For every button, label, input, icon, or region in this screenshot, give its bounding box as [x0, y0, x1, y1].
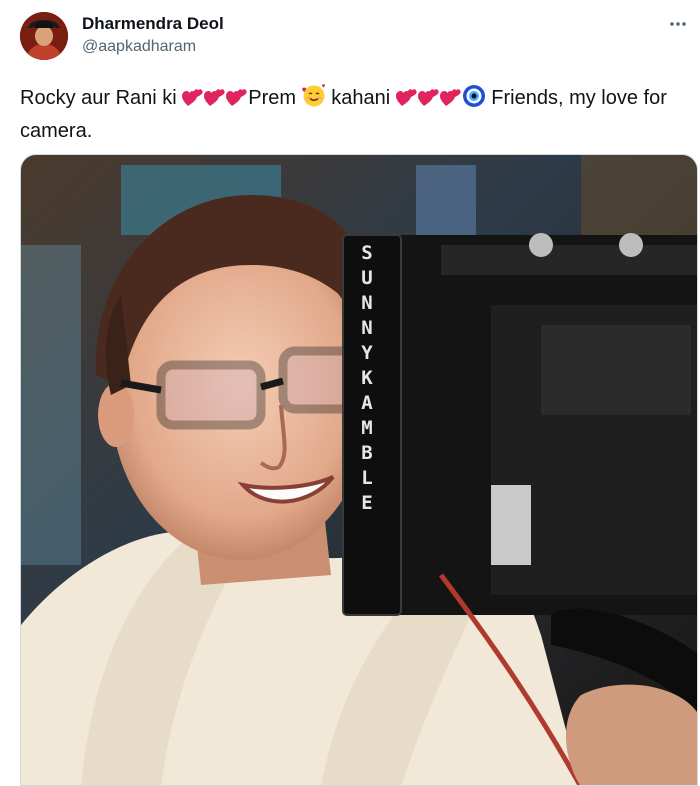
smiling-face-with-hearts-emoji [301, 84, 326, 117]
tweet-card: Dharmendra Deol @aapkadharam Rocky aur R… [0, 0, 700, 786]
two-hearts-emoji [204, 88, 226, 117]
post-image[interactable]: SUNNYKAMBLE [20, 154, 698, 786]
camera-label-letter: E [361, 492, 382, 514]
post-text-part: Prem [248, 87, 297, 109]
more-horizontal-icon [670, 22, 686, 26]
camera-label-letter: L [361, 467, 382, 489]
camera-label-letter: N [361, 292, 382, 314]
camera-label-letter: N [361, 317, 382, 339]
camera-label-letter: B [361, 442, 382, 464]
two-hearts-emoji [439, 88, 462, 117]
camera-label-letter: U [361, 267, 382, 289]
avatar-image [20, 12, 68, 60]
camera-label-letter: Y [361, 342, 382, 364]
photo-illustration: SUNNYKAMBLE [21, 155, 697, 785]
author-handle[interactable]: @aapkadharam [82, 38, 196, 56]
camera-label-letter: A [361, 392, 382, 414]
avatar[interactable] [20, 12, 68, 60]
nazar-amulet-emoji [462, 84, 486, 117]
camera-label-text: SUNNYKAMBLE [361, 242, 382, 514]
two-hearts-emoji [395, 88, 418, 117]
camera-label-letter: S [361, 242, 382, 264]
camera-label-letter: K [361, 367, 382, 389]
post-text-part: Rocky aur Rani ki [20, 87, 177, 109]
two-hearts-emoji [417, 88, 440, 117]
two-hearts-emoji [226, 88, 248, 117]
post-text-part: kahani [331, 87, 391, 109]
camera-label-letter: M [361, 417, 382, 439]
post-text: Rocky aur Rani ki Prem kahani Friends, m… [20, 84, 690, 146]
author-display-name[interactable]: Dharmendra Deol [82, 14, 224, 34]
two-hearts-emoji [182, 88, 204, 117]
more-options-button[interactable] [668, 14, 688, 34]
